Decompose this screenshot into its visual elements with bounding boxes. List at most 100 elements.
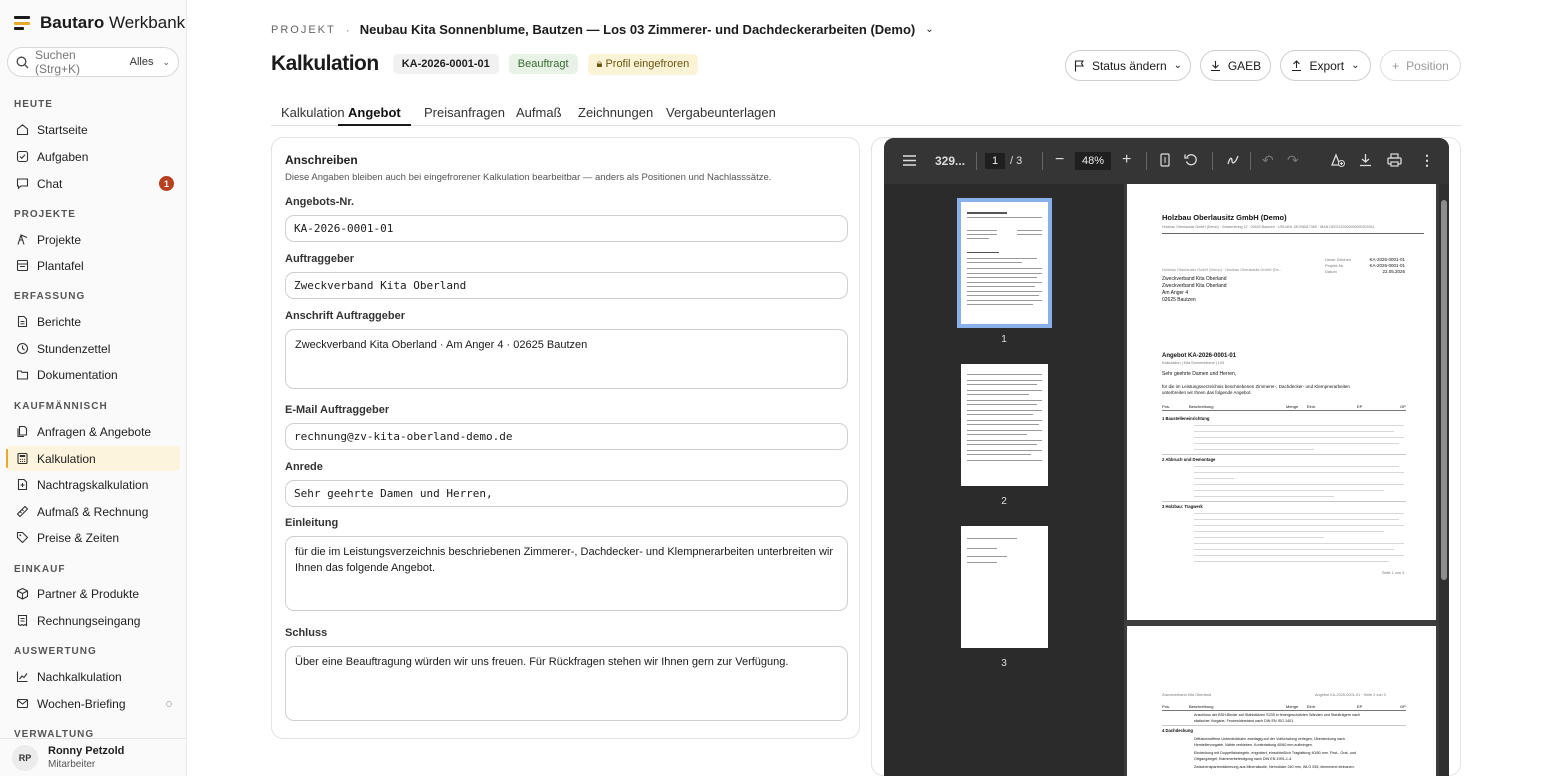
print-icon[interactable] — [1387, 153, 1402, 167]
search-scope-select[interactable]: Alles — [130, 56, 154, 68]
sidebar-item-label: Partner & Produkte — [37, 586, 140, 601]
pdf-scrollbar-thumb[interactable] — [1441, 200, 1447, 580]
email-input[interactable]: rechnung@zv-kita-oberland-demo.de — [285, 423, 848, 450]
sidebar-item-plantafel[interactable]: Plantafel — [6, 253, 180, 278]
thumbnail-page-2[interactable] — [961, 364, 1048, 486]
menu-icon[interactable] — [903, 155, 916, 166]
status-badge: Beauftragt — [508, 54, 578, 74]
meta-value: 22.05.2026 — [1382, 269, 1405, 274]
sidebar-item-aufmass-rechnung[interactable]: Aufmaß & Rechnung — [6, 499, 180, 524]
sidebar-item-label: Preise & Zeiten — [37, 530, 120, 545]
sidebar-item-preise-zeiten[interactable]: Preise & Zeiten — [6, 525, 180, 550]
sidebar-item-label: Aufgaben — [37, 149, 89, 164]
download-icon[interactable] — [1359, 153, 1372, 167]
toolbar-divider — [1146, 152, 1147, 170]
add-annotation-icon[interactable] — [1330, 152, 1346, 168]
sidebar-item-label: Chat — [37, 176, 63, 191]
card-title: Anschreiben — [285, 153, 358, 167]
brand[interactable]: Bautaro Werkbank — [14, 13, 185, 33]
id-badge: KA-2026-0001-01 — [392, 54, 499, 74]
sidebar-item-label: Berichte — [37, 314, 82, 329]
group-3: 3 Holzbau: Tragwerk — [1162, 504, 1203, 509]
zoom-in-icon[interactable]: + — [1122, 151, 1131, 169]
export-button[interactable]: Export ⌄ — [1280, 50, 1371, 81]
tab-vergabeunterlagen[interactable]: Vergabeunterlagen — [666, 105, 776, 126]
sidebar-item-anfragen-angebote[interactable]: Anfragen & Angebote — [6, 419, 180, 444]
group-2: 2 Abbruch und Demontage — [1162, 457, 1216, 462]
flag-icon — [1074, 59, 1084, 71]
more-options-icon[interactable]: ⋮ — [1420, 152, 1434, 169]
export-label: Export — [1309, 58, 1345, 73]
zoom-out-icon[interactable]: − — [1055, 151, 1064, 169]
fit-page-icon[interactable] — [1160, 153, 1170, 167]
thumbnail-page-1[interactable] — [957, 198, 1052, 328]
anschrift-textarea[interactable]: Zweckverband Kita Oberland · Am Anger 4 … — [285, 329, 848, 389]
chevron-down-icon: ⌄ — [162, 56, 170, 67]
anschreiben-card: Anschreiben Diese Angaben bleiben auch b… — [271, 137, 860, 739]
pdf-page-total: / 3 — [1010, 155, 1023, 167]
sidebar-item-projekte[interactable]: Projekte — [6, 227, 180, 252]
download-icon — [1210, 60, 1220, 71]
col-gp: GP — [1400, 404, 1406, 409]
anrede-input[interactable]: Sehr geehrte Damen und Herren, — [285, 480, 848, 507]
add-position-button[interactable]: + Position — [1380, 50, 1461, 81]
col-gp: GP — [1400, 704, 1406, 709]
col-desc: Beschreibung — [1189, 704, 1214, 709]
section-title-kaufmaennisch: KAUFMÄNNISCH — [14, 401, 108, 412]
pdf-page-input[interactable]: 1 — [985, 153, 1005, 169]
meta-value: KA-2026-0001-01 — [1369, 263, 1405, 268]
search-input[interactable]: Suchen (Strg+K) — [35, 48, 124, 76]
thumbnail-label-3: 3 — [1001, 658, 1007, 669]
sidebar-item-nachtragskalkulation[interactable]: Nachtragskalkulation — [6, 472, 180, 497]
tab-angebot[interactable]: Angebot — [338, 105, 411, 126]
user-profile[interactable]: RP Ronny Petzold Mitarbeiter — [0, 738, 186, 776]
sidebar-item-aufgaben[interactable]: Aufgaben — [6, 144, 180, 169]
sidebar-item-partner-produkte[interactable]: Partner & Produkte — [6, 581, 180, 606]
chat-icon — [16, 178, 29, 190]
redo-icon[interactable]: ↷ — [1287, 152, 1299, 169]
gaeb-button[interactable]: GAEB — [1200, 50, 1271, 81]
tab-kalkulation[interactable]: Kalkulation — [281, 105, 345, 126]
project-selector[interactable]: Neubau Kita Sonnenblume, Bautzen — Los 0… — [360, 22, 916, 37]
tab-zeichnungen[interactable]: Zeichnungen — [578, 105, 653, 126]
sidebar-item-label: Wochen-Briefing — [37, 696, 126, 711]
sidebar-item-chat[interactable]: Chat 1 — [6, 171, 180, 196]
anrede-label: Anrede — [285, 461, 323, 473]
col-unit: Einh. — [1307, 404, 1317, 409]
meta-label: Unser Zeichen — [1325, 257, 1352, 262]
sidebar-item-kalkulation[interactable]: Kalkulation — [6, 446, 180, 471]
plus-icon: + — [1392, 58, 1400, 73]
schluss-textarea[interactable]: Über eine Beauftragung würden wir uns fr… — [285, 646, 848, 721]
pdf-zoom-level[interactable]: 48% — [1075, 152, 1111, 170]
sidebar-item-dokumentation[interactable]: Dokumentation — [6, 362, 180, 387]
search-box[interactable]: Suchen (Strg+K) Alles ⌄ — [7, 47, 179, 77]
chevron-down-icon[interactable]: ⌄ — [925, 24, 933, 35]
sidebar-item-stundenzettel[interactable]: Stundenzettel — [6, 336, 180, 361]
sidebar-item-rechnungseingang[interactable]: Rechnungseingang — [6, 608, 180, 633]
einleitung-textarea[interactable]: für die im Leistungsverzeichnis beschrie… — [285, 536, 848, 611]
tab-preisanfragen[interactable]: Preisanfragen — [424, 105, 505, 126]
sidebar-item-nachkalkulation[interactable]: Nachkalkulation — [6, 664, 180, 689]
draw-icon[interactable] — [1226, 153, 1240, 167]
sidebar-item-label: Nachkalkulation — [37, 669, 122, 684]
chart-icon — [16, 671, 28, 683]
section-title-auswertung: AUSWERTUNG — [14, 646, 97, 657]
toolbar-divider — [1042, 152, 1043, 170]
tab-aufmass[interactable]: Aufmaß — [516, 105, 562, 126]
sidebar-item-label: Aufmaß & Rechnung — [37, 504, 149, 519]
sidebar-item-berichte[interactable]: Berichte — [6, 309, 180, 334]
lock-icon: 🔒︎ — [596, 57, 603, 70]
status-change-button[interactable]: Status ändern ⌄ — [1065, 50, 1191, 81]
toolbar-divider — [1212, 152, 1213, 170]
thumbnail-page-3[interactable] — [961, 526, 1048, 648]
group-1: 1 Baustelleneinrichtung — [1162, 416, 1210, 421]
pdf-scrollbar[interactable] — [1439, 184, 1449, 776]
user-name: Ronny Petzold — [48, 745, 125, 757]
auftraggeber-input[interactable]: Zweckverband Kita Oberland — [285, 272, 848, 299]
rotate-icon[interactable] — [1184, 153, 1198, 167]
undo-icon[interactable]: ↶ — [1262, 152, 1274, 169]
sidebar-item-wochen-briefing[interactable]: Wochen-Briefing — [6, 691, 180, 716]
angebot-nr-input[interactable]: KA-2026-0001-01 — [285, 215, 848, 242]
toolbar-divider — [1250, 152, 1251, 170]
sidebar-item-startseite[interactable]: Startseite — [6, 117, 180, 142]
